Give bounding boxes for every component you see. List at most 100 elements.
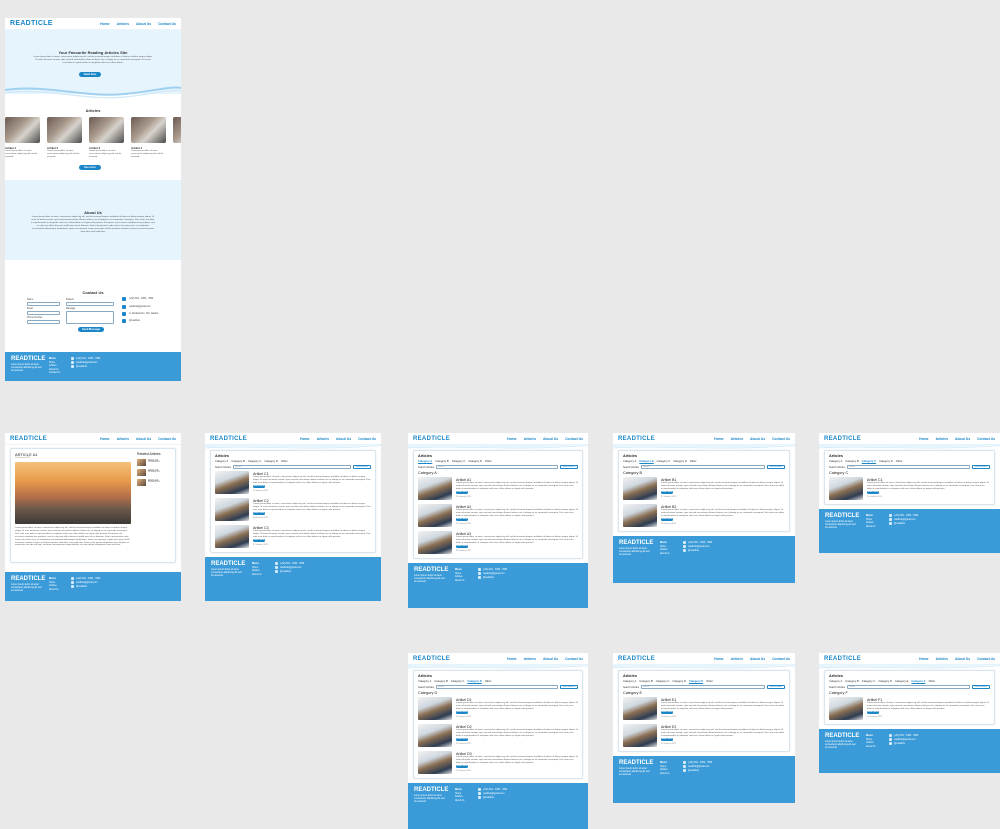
- nav-home[interactable]: Home: [919, 437, 928, 441]
- nav-home[interactable]: Home: [507, 657, 516, 661]
- read-more-button[interactable]: Read More: [661, 518, 673, 522]
- search-input[interactable]: Search: [232, 465, 351, 469]
- category-tab[interactable]: Category A: [623, 460, 636, 463]
- article-row[interactable]: Artikel E2 Lorem ipsum dolor sit amet, co…: [623, 724, 785, 748]
- article-card[interactable]: Artikel 1 Lorem ipsum dolor sit amet con…: [5, 117, 40, 159]
- footer-menu-link[interactable]: About Us: [252, 574, 261, 576]
- read-more-button[interactable]: Read More: [456, 738, 468, 742]
- search-input[interactable]: Search: [435, 685, 558, 689]
- category-tab[interactable]: Category E: [895, 680, 908, 683]
- category-tab[interactable]: Category C: [248, 460, 262, 463]
- category-tab[interactable]: Other: [706, 680, 713, 683]
- search-button[interactable]: Search Article: [559, 465, 578, 469]
- name-field[interactable]: [27, 302, 60, 306]
- footer-menu-link[interactable]: Home: [866, 519, 872, 521]
- search-input[interactable]: Search: [846, 465, 970, 469]
- read-more-button[interactable]: Read More: [253, 512, 265, 516]
- brand-logo[interactable]: READTICLE: [824, 436, 861, 442]
- category-tab[interactable]: Category C: [656, 680, 670, 683]
- nav-contact[interactable]: Contact Us: [772, 437, 790, 441]
- article-card[interactable]: Artikel 2 Lorem ipsum dolor sit amet con…: [47, 117, 82, 159]
- article-row[interactable]: Artikel D3 Lorem ipsum dolor sit amet, co…: [418, 751, 578, 775]
- nav-about[interactable]: About Us: [543, 657, 558, 661]
- nav-contact[interactable]: Contact Us: [977, 657, 995, 661]
- category-tab[interactable]: Category B: [845, 680, 858, 683]
- category-tab[interactable]: Category E: [689, 680, 703, 683]
- category-tab[interactable]: Category B: [434, 680, 447, 683]
- category-tab[interactable]: Category A: [215, 460, 228, 463]
- category-tab[interactable]: Category D: [467, 680, 481, 683]
- footer-menu-link[interactable]: Articles: [455, 796, 463, 798]
- nav-contact[interactable]: Contact Us: [772, 657, 790, 661]
- read-more-button[interactable]: Read More: [661, 491, 673, 495]
- nav-about[interactable]: About Us: [336, 437, 351, 441]
- nav-home[interactable]: Home: [100, 437, 109, 441]
- nav-about[interactable]: About Us: [136, 22, 151, 26]
- brand-logo[interactable]: READTICLE: [618, 436, 655, 442]
- article-row[interactable]: Artikel D1 Lorem ipsum dolor sit amet, co…: [418, 697, 578, 721]
- nav-home[interactable]: Home: [507, 437, 516, 441]
- nav-home[interactable]: Home: [714, 437, 723, 441]
- nav-contact[interactable]: Contact Us: [158, 22, 176, 26]
- article-row[interactable]: Artikel C1 Lorem ipsum dolor sit amet, co…: [829, 477, 990, 501]
- nav-home[interactable]: Home: [100, 22, 109, 26]
- nav-articles[interactable]: Articles: [731, 657, 743, 661]
- footer-menu-link[interactable]: Articles: [866, 522, 874, 524]
- read-more-button[interactable]: Read More: [456, 545, 468, 549]
- article-row[interactable]: Artikel C2 Lorem ipsum dolor sit amet, co…: [215, 498, 371, 522]
- read-more-button[interactable]: Read More: [456, 711, 468, 715]
- nav-home[interactable]: Home: [919, 657, 928, 661]
- related-item[interactable]: Article A3 20 January 2023: [137, 469, 160, 476]
- category-tab[interactable]: Category A: [829, 460, 842, 463]
- footer-menu-link[interactable]: About Us: [455, 800, 464, 802]
- subject-field[interactable]: [66, 302, 114, 306]
- search-input[interactable]: Search: [640, 465, 765, 469]
- brand-logo[interactable]: READTICLE: [10, 20, 53, 27]
- article-row[interactable]: Artikel F1 Lorem ipsum dolor sit amet, co…: [829, 697, 990, 721]
- read-more-button[interactable]: Read More: [867, 711, 879, 715]
- nav-about[interactable]: About Us: [955, 437, 970, 441]
- category-tab[interactable]: Category A: [418, 680, 431, 683]
- article-row[interactable]: Artikel A1 Lorem ipsum dolor sit amet, co…: [418, 477, 578, 501]
- footer-menu-link[interactable]: About Us: [455, 580, 464, 582]
- message-field[interactable]: [66, 311, 114, 324]
- send-message-button[interactable]: Send Message: [78, 327, 104, 332]
- footer-link-articles[interactable]: Articles: [49, 365, 57, 367]
- category-tab[interactable]: Other: [485, 460, 492, 463]
- article-card[interactable]: Artikel 3 Lorem ipsum dolor sit amet con…: [89, 117, 124, 159]
- nav-articles[interactable]: Articles: [731, 437, 743, 441]
- search-input[interactable]: Search: [640, 685, 765, 689]
- category-tab[interactable]: Category B: [231, 460, 244, 463]
- article-row[interactable]: Artikel E1 Lorem ipsum dolor sit amet, co…: [623, 697, 785, 721]
- category-tab[interactable]: Category C: [451, 680, 465, 683]
- nav-articles[interactable]: Articles: [936, 657, 948, 661]
- brand-logo[interactable]: READTICLE: [10, 436, 47, 442]
- nav-home[interactable]: Home: [714, 657, 723, 661]
- nav-about[interactable]: About Us: [750, 437, 765, 441]
- footer-menu-link[interactable]: Articles: [660, 769, 668, 771]
- article-row[interactable]: Artikel A3 Lorem ipsum dolor sit amet, co…: [418, 531, 578, 555]
- category-tab[interactable]: Other: [690, 460, 697, 463]
- category-tab[interactable]: Category F: [911, 680, 925, 683]
- footer-menu-link[interactable]: Articles: [660, 549, 668, 551]
- phone-field[interactable]: [27, 320, 60, 324]
- category-tab[interactable]: Category A: [418, 460, 432, 463]
- category-tab[interactable]: Category C: [862, 680, 876, 683]
- nav-home[interactable]: Home: [300, 437, 309, 441]
- read-more-button[interactable]: Read More: [661, 711, 673, 715]
- brand-logo[interactable]: READTICLE: [618, 656, 655, 662]
- brand-logo[interactable]: READTICLE: [413, 436, 450, 442]
- read-more-button[interactable]: Read More: [456, 491, 468, 495]
- category-tab[interactable]: Category B: [435, 460, 448, 463]
- footer-menu-link[interactable]: About Us: [866, 746, 875, 748]
- article-card[interactable]: Artikel 4 Lorem ipsum dolor sit amet con…: [131, 117, 166, 159]
- nav-articles[interactable]: Articles: [524, 657, 536, 661]
- brand-logo[interactable]: READTICLE: [413, 656, 450, 662]
- category-tab[interactable]: Category C: [862, 460, 876, 463]
- related-item[interactable]: Article A4 20 January 2023: [137, 479, 160, 486]
- read-more-button[interactable]: Read More: [661, 738, 673, 742]
- nav-articles[interactable]: Articles: [936, 437, 948, 441]
- category-tab[interactable]: Category C: [452, 460, 466, 463]
- category-tab[interactable]: Other: [281, 460, 288, 463]
- article-row[interactable]: Artikel C3 Lorem ipsum dolor sit amet, co…: [215, 525, 371, 549]
